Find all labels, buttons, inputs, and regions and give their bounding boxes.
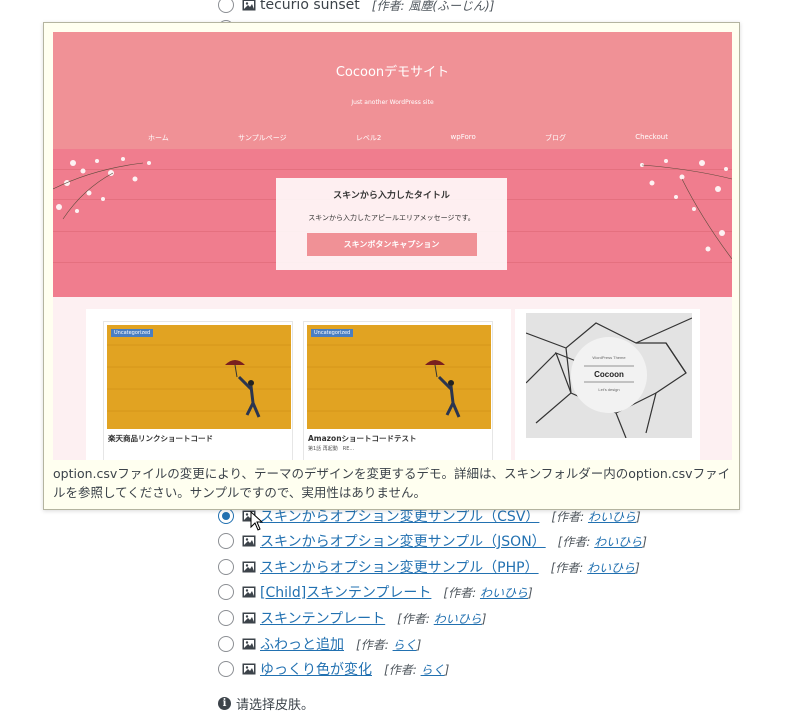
skin-option-row[interactable]: [Child]スキンテンプレート [作者: わいひら] — [218, 581, 533, 603]
skin-author: [作者: らく] — [384, 662, 450, 677]
image-icon — [242, 0, 256, 11]
skin-author: [作者: わいひら] — [397, 611, 487, 626]
skin-radio[interactable] — [218, 661, 234, 677]
preview-card-title: Amazonショートコードテスト — [308, 434, 417, 443]
skin-radio[interactable] — [218, 610, 234, 626]
preview-logo: Cocoon — [594, 370, 624, 379]
preview-nav-item: ブログ — [544, 134, 566, 142]
preview-card-thumbnail: Uncategorized — [307, 325, 491, 429]
preview-hero-button: スキンボタンキャプション — [306, 233, 477, 256]
image-icon — [242, 561, 256, 573]
preview-nav-item: ホーム — [148, 134, 169, 142]
image-icon — [242, 535, 256, 547]
umbrella-illustration — [107, 344, 291, 418]
skin-option-row[interactable]: ふわっと追加 [作者: らく] — [218, 633, 421, 655]
skin-radio[interactable] — [218, 559, 234, 575]
author-link[interactable]: わいひら — [594, 535, 642, 549]
preview-card: Uncategorized 楽天商品リンクショートコード — [103, 321, 293, 460]
preview-logo-tag: Let's design — [598, 387, 619, 392]
skin-preview-image: Cocoonデモサイト Just another WordPress site … — [53, 32, 732, 460]
skin-name: tecurio sunset — [260, 0, 360, 13]
skin-radio[interactable] — [218, 636, 234, 652]
skin-preview-link[interactable]: ゆっくり色が変化 — [260, 659, 372, 679]
skin-author: [作者: わいひら] — [557, 534, 647, 549]
skin-option-row[interactable]: スキンからオプション変更サンプル（JSON） [作者: わいひら] — [218, 530, 647, 552]
preview-card-thumbnail: Uncategorized — [107, 325, 291, 429]
preview-card-category: Uncategorized — [111, 329, 154, 337]
preview-card-title: 楽天商品リンクショートコード — [108, 434, 213, 443]
author-link[interactable]: わいひら — [588, 510, 636, 524]
info-icon: i — [218, 697, 231, 710]
preview-appeal-box: スキンから入力したタイトル スキンから入力したアピールエリアメッセージです。 ス… — [276, 178, 507, 270]
skin-author: [作者: わいひら] — [443, 585, 533, 600]
skin-radio[interactable] — [218, 508, 234, 524]
preview-nav-item: サンプルページ — [238, 134, 287, 142]
skin-option-row[interactable]: スキンテンプレート [作者: わいひら] — [218, 607, 486, 629]
skin-author: [作者: らく] — [356, 637, 422, 652]
skin-author: [作者: わいひら] — [550, 560, 640, 575]
skin-radio[interactable] — [218, 584, 234, 600]
preview-sidebar-image: WordPress Theme Cocoon Let's design — [526, 313, 692, 438]
skin-note: i 请选择皮肤。 — [218, 694, 314, 713]
skin-preview-link[interactable]: [Child]スキンテンプレート — [260, 582, 431, 602]
preview-nav-item: レベル2 — [355, 134, 382, 142]
preview-nav: ホーム サンプルページ レベル2 wpForo ブログ Checkout — [148, 133, 668, 143]
flower-decoration-right — [640, 159, 732, 260]
preview-hero-message: スキンから入力したアピールエリアメッセージです。 — [308, 214, 475, 222]
preview-tagline: Just another WordPress site — [351, 99, 434, 106]
author-link[interactable]: わいひら — [434, 612, 482, 626]
skin-preview-tooltip: Cocoonデモサイト Just another WordPress site … — [43, 22, 740, 510]
image-icon — [242, 612, 256, 624]
author-link[interactable]: らく — [421, 663, 445, 677]
preview-card-category: Uncategorized — [311, 329, 354, 337]
preview-site-title: Cocoonデモサイト — [335, 65, 450, 80]
skin-preview-link[interactable]: スキンからオプション変更サンプル（PHP） — [260, 557, 539, 577]
preview-sidebar: WordPress Theme Cocoon Let's design — [515, 309, 700, 460]
author-link[interactable]: わいひら — [587, 561, 635, 575]
image-icon — [242, 586, 256, 598]
preview-header: Cocoonデモサイト Just another WordPress site … — [53, 32, 732, 149]
preview-cards: Uncategorized 楽天商品リンクショートコード Uncategoriz… — [86, 309, 511, 460]
preview-hero-title: スキンから入力したタイトル — [333, 191, 450, 201]
author-link[interactable]: らく — [393, 638, 417, 652]
skin-radio[interactable] — [218, 533, 234, 549]
preview-card-excerpt: 第1話 再起動 RE... — [308, 446, 355, 452]
skin-preview-link[interactable]: ふわっと追加 — [260, 634, 344, 654]
skin-preview-link[interactable]: スキンテンプレート — [260, 608, 385, 628]
skin-author: [作者: わいひら] — [551, 509, 641, 524]
tooltip-description: option.csvファイルの変更により、テーマのデザインを変更するデモ。詳細は… — [53, 466, 731, 500]
image-icon — [242, 638, 256, 650]
note-text: 请选择皮肤。 — [236, 698, 315, 713]
skin-radio[interactable] — [218, 0, 234, 13]
preview-logo-small: WordPress Theme — [592, 355, 626, 360]
skin-option-row[interactable]: ゆっくり色が変化 [作者: らく] — [218, 658, 449, 680]
skin-preview-link[interactable]: スキンからオプション変更サンプル（JSON） — [260, 531, 546, 551]
mouse-cursor-icon — [250, 511, 264, 531]
author-link[interactable]: わいひら — [480, 586, 528, 600]
skin-option-row[interactable]: tecurio sunset [作者: 風塵(ふーじん)] — [218, 0, 494, 16]
umbrella-illustration — [307, 344, 491, 418]
preview-nav-item: wpForo — [450, 133, 476, 141]
image-icon — [242, 663, 256, 675]
preview-card: Uncategorized Amazonショートコードテスト 第1話 再起動 R… — [303, 321, 493, 460]
preview-hero: スキンから入力したタイトル スキンから入力したアピールエリアメッセージです。 ス… — [53, 149, 732, 297]
flower-decoration-left — [53, 157, 151, 220]
skin-option-row[interactable]: スキンからオプション変更サンプル（PHP） [作者: わいひら] — [218, 556, 640, 578]
skin-author: [作者: 風塵(ふーじん)] — [371, 0, 495, 13]
network-illustration: WordPress Theme Cocoon Let's design — [526, 317, 692, 438]
preview-nav-item: Checkout — [635, 133, 668, 141]
